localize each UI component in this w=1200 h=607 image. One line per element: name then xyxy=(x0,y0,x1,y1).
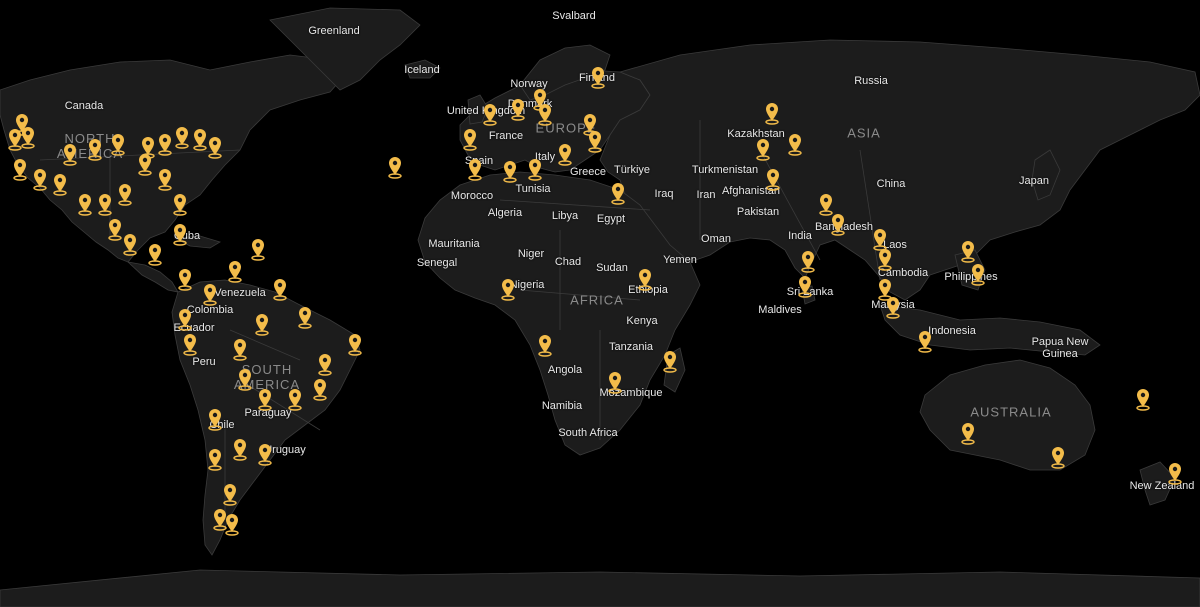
map-pin-icon[interactable] xyxy=(193,128,207,151)
map-pin-icon[interactable] xyxy=(118,183,132,206)
map-pin-icon[interactable] xyxy=(538,334,552,357)
map-pin-icon[interactable] xyxy=(138,153,152,176)
map-pin-icon[interactable] xyxy=(63,143,77,166)
map-pin-icon[interactable] xyxy=(756,138,770,161)
map-pin-icon[interactable] xyxy=(765,102,779,125)
map-pin-icon[interactable] xyxy=(203,283,217,306)
map-pin-icon[interactable] xyxy=(158,168,172,191)
map-pin-icon[interactable] xyxy=(538,103,552,126)
map-pin-icon[interactable] xyxy=(788,133,802,156)
map-pin-icon[interactable] xyxy=(1136,388,1150,411)
map-pin-icon[interactable] xyxy=(273,278,287,301)
map-pin-icon[interactable] xyxy=(468,158,482,181)
map-pin-icon[interactable] xyxy=(233,438,247,461)
map-pin-icon[interactable] xyxy=(173,193,187,216)
map-pin-icon[interactable] xyxy=(313,378,327,401)
map-pin-icon[interactable] xyxy=(528,158,542,181)
map-pin-icon[interactable] xyxy=(208,136,222,159)
map-pin-icon[interactable] xyxy=(886,296,900,319)
map-pin-icon[interactable] xyxy=(558,143,572,166)
map-pin-icon[interactable] xyxy=(223,483,237,506)
map-pin-icon[interactable] xyxy=(178,268,192,291)
map-pin-icon[interactable] xyxy=(878,248,892,271)
map-pin-icon[interactable] xyxy=(108,218,122,241)
map-pin-icon[interactable] xyxy=(961,240,975,263)
map-pin-icon[interactable] xyxy=(961,422,975,445)
map-pin-icon[interactable] xyxy=(208,448,222,471)
map-pin-icon[interactable] xyxy=(98,193,112,216)
map-pin-icon[interactable] xyxy=(503,160,517,183)
map-pin-icon[interactable] xyxy=(873,228,887,251)
world-map[interactable] xyxy=(0,0,1200,607)
map-pin-icon[interactable] xyxy=(258,388,272,411)
map-pin-icon[interactable] xyxy=(348,333,362,356)
map-pin-icon[interactable] xyxy=(233,338,247,361)
map-pin-icon[interactable] xyxy=(33,168,47,191)
map-pin-icon[interactable] xyxy=(663,350,677,373)
map-pin-icon[interactable] xyxy=(173,223,187,246)
map-pin-icon[interactable] xyxy=(8,128,22,151)
map-pin-icon[interactable] xyxy=(298,306,312,329)
map-pin-icon[interactable] xyxy=(255,313,269,336)
map-pin-icon[interactable] xyxy=(798,275,812,298)
map-pin-icon[interactable] xyxy=(801,250,815,273)
map-pin-icon[interactable] xyxy=(1168,462,1182,485)
map-pin-icon[interactable] xyxy=(288,388,302,411)
map-pin-icon[interactable] xyxy=(208,408,222,431)
map-pin-icon[interactable] xyxy=(388,156,402,179)
map-pin-icon[interactable] xyxy=(483,103,497,126)
map-pin-icon[interactable] xyxy=(111,133,125,156)
map-pin-icon[interactable] xyxy=(511,98,525,121)
map-pin-icon[interactable] xyxy=(21,126,35,149)
map-pin-icon[interactable] xyxy=(53,173,67,196)
map-pin-icon[interactable] xyxy=(258,443,272,466)
map-pin-icon[interactable] xyxy=(608,371,622,394)
map-pin-icon[interactable] xyxy=(238,368,252,391)
map-pin-icon[interactable] xyxy=(591,66,605,89)
map-pin-icon[interactable] xyxy=(158,133,172,156)
map-pin-icon[interactable] xyxy=(831,213,845,236)
map-pin-icon[interactable] xyxy=(175,126,189,149)
map-pin-icon[interactable] xyxy=(501,278,515,301)
map-pin-icon[interactable] xyxy=(463,128,477,151)
map-pin-icon[interactable] xyxy=(819,193,833,216)
map-pin-icon[interactable] xyxy=(13,158,27,181)
map-pin-icon[interactable] xyxy=(588,130,602,153)
map-pin-icon[interactable] xyxy=(638,268,652,291)
map-pin-icon[interactable] xyxy=(178,308,192,331)
map-pin-icon[interactable] xyxy=(1051,446,1065,469)
map-pin-icon[interactable] xyxy=(971,263,985,286)
map-pin-icon[interactable] xyxy=(225,513,239,536)
map-pin-icon[interactable] xyxy=(148,243,162,266)
map-pin-icon[interactable] xyxy=(251,238,265,261)
map-pin-icon[interactable] xyxy=(183,333,197,356)
map-pin-icon[interactable] xyxy=(88,138,102,161)
map-pin-icon[interactable] xyxy=(228,260,242,283)
map-pin-icon[interactable] xyxy=(78,193,92,216)
map-pin-icon[interactable] xyxy=(318,353,332,376)
map-pin-icon[interactable] xyxy=(918,330,932,353)
map-pin-icon[interactable] xyxy=(611,182,625,205)
map-pin-icon[interactable] xyxy=(766,168,780,191)
map-pin-icon[interactable] xyxy=(123,233,137,256)
